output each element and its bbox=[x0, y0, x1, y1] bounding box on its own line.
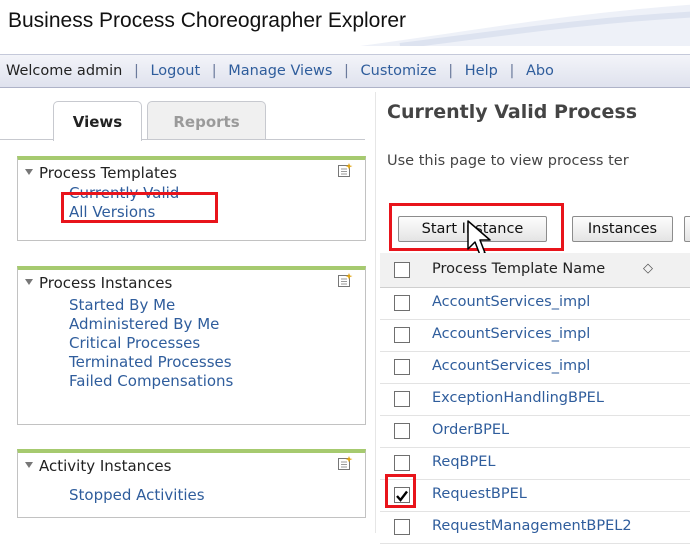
nav-manage-views-link[interactable]: Manage Views bbox=[228, 55, 332, 87]
sort-icon[interactable]: ◇ bbox=[643, 261, 653, 276]
collapse-triangle-icon[interactable] bbox=[25, 279, 33, 285]
table-row: AccountServices_impl bbox=[380, 320, 690, 352]
row-checkbox[interactable] bbox=[394, 295, 410, 311]
table-header-row: Process Template Name ◇ bbox=[380, 253, 690, 288]
header-swoosh-graphic bbox=[360, 4, 690, 46]
sidebar-item-failed-compensations[interactable]: Failed Compensations bbox=[69, 372, 365, 391]
panel-title-process-instances: Process Instances bbox=[39, 274, 173, 292]
nav-separator: | bbox=[448, 63, 454, 79]
template-name-link[interactable]: ReqBPEL bbox=[432, 454, 495, 470]
nav-separator: | bbox=[211, 63, 217, 79]
nav-customize-link[interactable]: Customize bbox=[361, 55, 437, 87]
nav-help-link[interactable]: Help bbox=[465, 55, 498, 87]
title-bar: Business Process Choreographer Explorer bbox=[0, 0, 690, 46]
page-title: Currently Valid Process bbox=[387, 101, 638, 123]
collapse-triangle-icon[interactable] bbox=[25, 169, 33, 175]
top-nav-bar: Welcome admin | Logout | Manage Views | … bbox=[0, 54, 690, 88]
row-checkbox[interactable] bbox=[394, 391, 410, 407]
table-row: ExceptionHandlingBPEL bbox=[380, 384, 690, 416]
template-name-link[interactable]: RequestBPEL bbox=[432, 486, 527, 502]
nav-logout-link[interactable]: Logout bbox=[150, 55, 200, 87]
nav-about-link[interactable]: Abo bbox=[526, 55, 554, 87]
template-name-link[interactable]: AccountServices_impl bbox=[432, 326, 590, 342]
table-row: OrderBPEL bbox=[380, 416, 690, 448]
sidebar-item-terminated-processes[interactable]: Terminated Processes bbox=[69, 353, 365, 372]
instances-button[interactable]: Instances bbox=[572, 216, 673, 242]
table-row: ReqBPEL bbox=[380, 448, 690, 480]
configure-icon[interactable] bbox=[337, 162, 353, 178]
select-all-checkbox[interactable] bbox=[394, 262, 410, 278]
sidebar-item-critical-processes[interactable]: Critical Processes bbox=[69, 334, 365, 353]
table-row: RequestBPEL bbox=[380, 480, 690, 512]
nav-separator: | bbox=[509, 63, 515, 79]
table-row: AccountServices_impl bbox=[380, 288, 690, 320]
row-checkbox[interactable] bbox=[394, 423, 410, 439]
nav-separator: | bbox=[133, 63, 139, 79]
process-templates-table: Process Template Name ◇ AccountServices_… bbox=[380, 253, 690, 544]
nav-separator: | bbox=[344, 63, 349, 79]
table-row: AccountServices_impl bbox=[380, 352, 690, 384]
process-instances-panel: Process Instances Started By Me Administ… bbox=[17, 266, 366, 425]
configure-icon[interactable] bbox=[337, 272, 353, 288]
template-name-link[interactable]: AccountServices_impl bbox=[432, 358, 590, 374]
template-name-link[interactable]: AccountServices_impl bbox=[432, 294, 590, 310]
toolbar-button-partial[interactable] bbox=[684, 216, 690, 242]
collapse-triangle-icon[interactable] bbox=[25, 462, 33, 468]
column-header-process-template-name[interactable]: Process Template Name bbox=[432, 261, 605, 277]
row-checkbox[interactable] bbox=[394, 455, 410, 471]
highlight-box-currently-valid bbox=[61, 192, 218, 223]
sidebar-item-administered-by-me[interactable]: Administered By Me bbox=[69, 315, 365, 334]
app-title: Business Process Choreographer Explorer bbox=[8, 9, 407, 32]
table-row: RequestManagementBPEL2 bbox=[380, 512, 690, 544]
sidebar-item-started-by-me[interactable]: Started By Me bbox=[69, 296, 365, 315]
row-checkbox[interactable] bbox=[394, 327, 410, 343]
welcome-text: Welcome admin bbox=[6, 63, 123, 79]
template-name-link[interactable]: RequestManagementBPEL2 bbox=[432, 518, 632, 534]
template-name-link[interactable]: OrderBPEL bbox=[432, 422, 509, 438]
template-name-link[interactable]: ExceptionHandlingBPEL bbox=[432, 390, 604, 406]
tab-reports[interactable]: Reports bbox=[147, 101, 266, 140]
pane-divider bbox=[375, 92, 376, 533]
row-checkbox[interactable] bbox=[394, 359, 410, 375]
activity-instances-panel: Activity Instances Stopped Activities bbox=[17, 449, 366, 518]
tab-views[interactable]: Views bbox=[53, 101, 142, 141]
page-description: Use this page to view process ter bbox=[387, 153, 629, 169]
sidebar-item-stopped-activities[interactable]: Stopped Activities bbox=[69, 486, 365, 505]
highlight-box-requestbpel-checkbox bbox=[385, 474, 416, 508]
panel-title-process-templates: Process Templates bbox=[39, 164, 177, 182]
panel-title-activity-instances: Activity Instances bbox=[39, 457, 172, 475]
configure-icon[interactable] bbox=[337, 455, 353, 471]
